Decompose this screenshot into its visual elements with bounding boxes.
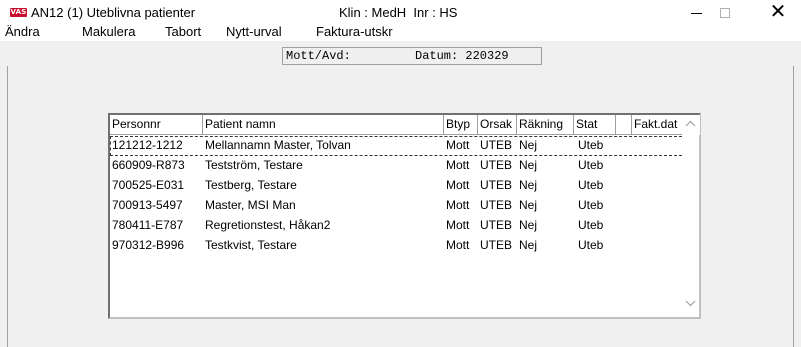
cell-btyp: Mott (446, 178, 470, 192)
cell-orsak: UTEB (480, 238, 513, 252)
cell-rakning: Nej (519, 138, 538, 152)
datum-label: Datum: 220329 (415, 49, 509, 63)
column-header-stat[interactable]: Stat (574, 115, 616, 135)
cell-btyp: Mott (446, 158, 470, 172)
column-header-personnr[interactable]: Personnr (110, 115, 203, 135)
cell-orsak: UTEB (480, 218, 513, 232)
menu-faktura-utskr[interactable]: Faktura-utskr (316, 24, 393, 39)
cell-rakning: Nej (519, 238, 538, 252)
cell-orsak: UTEB (480, 158, 513, 172)
cell-rakning: Nej (519, 158, 538, 172)
cell-btyp: Mott (446, 198, 470, 212)
cell-personnr: 780411-E787 (112, 218, 184, 232)
column-header-rakning[interactable]: Räkning (517, 115, 574, 135)
cell-patient-namn: Regretionstest, Håkan2 (205, 218, 331, 232)
maximize-icon (720, 8, 730, 18)
cell-personnr: 121212-1212 (112, 138, 183, 152)
cell-patient-namn: Testberg, Testare (205, 178, 297, 192)
cell-stat: Uteb (578, 218, 604, 232)
cell-personnr: 970312-B996 (112, 238, 185, 252)
vertical-scrollbar[interactable] (682, 115, 699, 317)
cell-patient-namn: Testkvist, Testare (205, 238, 297, 252)
cell-stat: Uteb (578, 158, 604, 172)
table-row[interactable]: 700913-5497 Master, MSI Man Mott UTEB Ne… (110, 196, 687, 216)
cell-orsak: UTEB (480, 198, 513, 212)
cell-btyp: Mott (446, 238, 470, 252)
column-header-orsak[interactable]: Orsak (478, 115, 517, 135)
menu-nytt-urval[interactable]: Nytt-urval (226, 24, 282, 39)
cell-stat: Uteb (578, 198, 604, 212)
table-row[interactable]: 780411-E787 Regretionstest, Håkan2 Mott … (110, 216, 687, 236)
cell-patient-namn: Mellannamn Master, Tolvan (205, 138, 351, 152)
cell-btyp: Mott (446, 138, 470, 152)
column-header-blank[interactable] (616, 115, 632, 135)
menu-andra[interactable]: Ändra (5, 24, 40, 39)
column-header-fakt-dat[interactable]: Fakt.dat (632, 115, 687, 135)
cell-orsak: UTEB (480, 178, 513, 192)
minimize-icon (691, 13, 702, 14)
cell-rakning: Nej (519, 218, 538, 232)
scroll-down-icon[interactable] (684, 298, 697, 310)
window-title: AN12 (1) Uteblivna patienter (31, 5, 196, 20)
scroll-up-icon[interactable] (684, 119, 697, 131)
list-header: Personnr Patient namn Btyp Orsak Räkning… (110, 115, 700, 135)
patient-list[interactable]: Personnr Patient namn Btyp Orsak Räkning… (108, 113, 701, 319)
cell-rakning: Nej (519, 198, 538, 212)
window-title-info: Klin : MedH Inr : HS (339, 5, 458, 20)
menu-bar: Ändra Makulera Tabort Nytt-urval Faktura… (0, 21, 801, 41)
table-row[interactable]: 660909-R873 Testström, Testare Mott UTEB… (110, 156, 687, 176)
close-icon: ✕ (769, 1, 787, 23)
table-row[interactable]: 970312-B996 Testkvist, Testare Mott UTEB… (110, 236, 687, 256)
table-row[interactable]: 121212-1212 Mellannamn Master, Tolvan Mo… (110, 136, 687, 156)
cell-patient-namn: Master, MSI Man (205, 198, 296, 212)
menu-tabort[interactable]: Tabort (165, 24, 201, 39)
menu-makulera[interactable]: Makulera (82, 24, 135, 39)
cell-stat: Uteb (578, 238, 604, 252)
table-row[interactable]: 700525-E031 Testberg, Testare Mott UTEB … (110, 176, 687, 196)
cell-patient-namn: Testström, Testare (205, 158, 303, 172)
cell-personnr: 700913-5497 (112, 198, 183, 212)
header-field: Mott/Avd: Datum: 220329 (282, 47, 542, 65)
cell-btyp: Mott (446, 218, 470, 232)
cell-personnr: 660909-R873 (112, 158, 185, 172)
mott-avd-label: Mott/Avd: (286, 49, 351, 63)
app-logo-icon: VAS (10, 8, 27, 17)
column-header-btyp[interactable]: Btyp (444, 115, 478, 135)
column-header-patient-namn[interactable]: Patient namn (203, 115, 444, 135)
cell-personnr: 700525-E031 (112, 178, 185, 192)
cell-rakning: Nej (519, 178, 538, 192)
cell-orsak: UTEB (480, 138, 513, 152)
cell-stat: Uteb (578, 138, 604, 152)
cell-stat: Uteb (578, 178, 604, 192)
